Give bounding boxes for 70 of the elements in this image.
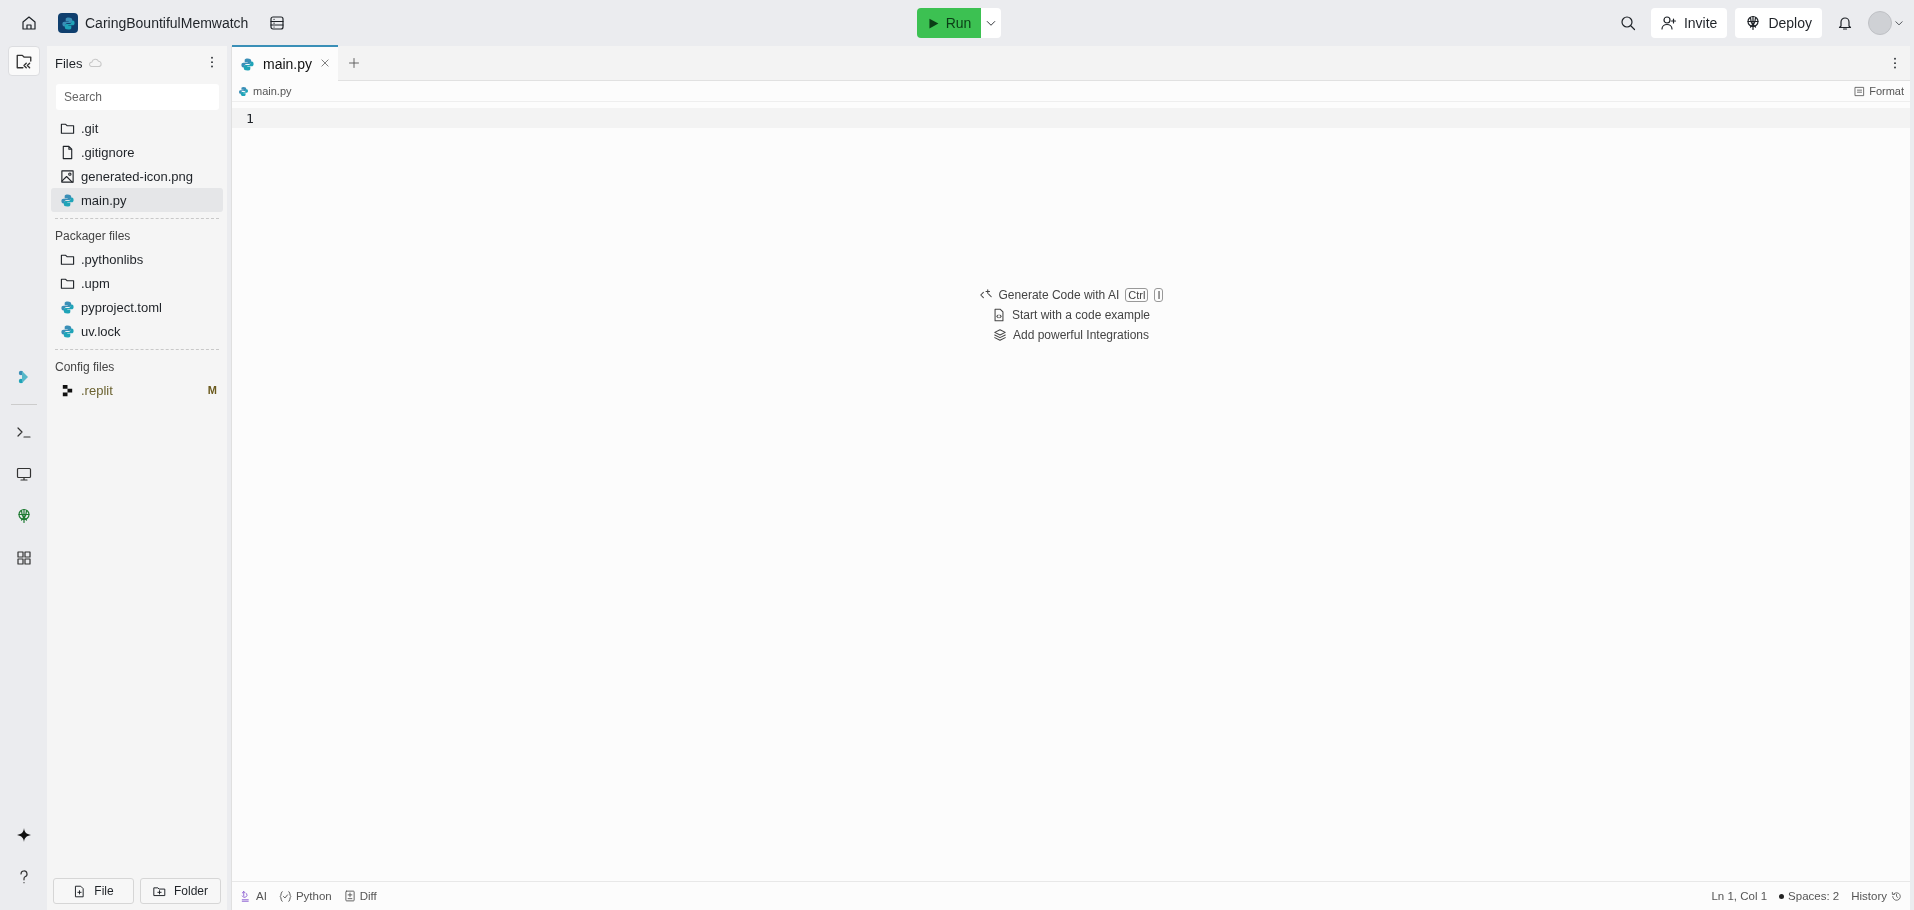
status-dot-icon bbox=[1779, 893, 1785, 899]
hint-link[interactable]: Start with a code example bbox=[1011, 308, 1151, 322]
caret-icon bbox=[1894, 18, 1904, 28]
deploy-icon bbox=[15, 508, 32, 524]
search-field[interactable]: Search bbox=[56, 84, 219, 110]
close-icon bbox=[320, 58, 331, 68]
play-icon bbox=[926, 16, 940, 30]
hint-link[interactable]: Add powerful Integrations bbox=[1012, 328, 1150, 342]
braces-check-icon bbox=[278, 889, 292, 903]
image-icon bbox=[60, 168, 75, 184]
editor-tab[interactable]: main.py bbox=[232, 45, 339, 81]
file-tree-item[interactable]: main.py bbox=[51, 188, 223, 212]
server-icon bbox=[269, 15, 286, 31]
status-item[interactable]: Python bbox=[278, 889, 332, 903]
file-tree-item[interactable]: .upm bbox=[51, 271, 223, 295]
history-icon bbox=[1891, 890, 1902, 902]
file-tree-item[interactable]: .pythonlibs bbox=[51, 247, 223, 271]
status-item[interactable]: AI bbox=[240, 890, 267, 902]
file-tree-item[interactable]: .git bbox=[51, 116, 223, 140]
new-file-button[interactable]: File bbox=[53, 878, 134, 904]
panel-title: Files bbox=[55, 55, 83, 71]
keyboard-key: Ctrl bbox=[1125, 288, 1149, 302]
bell-icon bbox=[1837, 15, 1853, 31]
file-tree-item[interactable]: .gitignore bbox=[51, 140, 223, 164]
file-tree-item[interactable]: .replit M bbox=[51, 378, 223, 402]
cloud-icon bbox=[88, 56, 103, 70]
folder-plus-icon bbox=[153, 884, 166, 898]
modified-label: M bbox=[207, 384, 217, 396]
new-folder-button[interactable]: Folder bbox=[140, 878, 221, 904]
grid-icon bbox=[15, 550, 32, 566]
sidebar-files-button[interactable] bbox=[7, 46, 40, 76]
ai-icon bbox=[240, 890, 252, 902]
format-icon bbox=[1854, 85, 1866, 97]
indentation[interactable]: Spaces: 2 bbox=[1788, 890, 1840, 902]
format-button[interactable]: Format bbox=[1854, 85, 1904, 97]
breadcrumb[interactable]: main.py bbox=[253, 85, 292, 97]
project-name[interactable]: CaringBountifulMemwatch bbox=[54, 9, 253, 37]
hint-link[interactable]: Generate Code with AI bbox=[998, 288, 1120, 302]
section-heading: Packager files bbox=[54, 228, 132, 245]
layers-icon bbox=[992, 328, 1007, 342]
code-file-icon bbox=[991, 308, 1006, 322]
python-icon bbox=[240, 56, 255, 72]
file-tree-item[interactable]: uv.lock bbox=[51, 319, 223, 343]
status-item[interactable]: Diff bbox=[343, 890, 377, 902]
home-icon bbox=[21, 15, 37, 31]
python-icon bbox=[238, 85, 249, 97]
python-icon bbox=[60, 15, 76, 31]
monitor-icon bbox=[15, 466, 32, 482]
python-icon bbox=[60, 323, 75, 339]
deploy-button[interactable]: Deploy bbox=[1735, 8, 1822, 38]
python-icon bbox=[60, 299, 75, 315]
line-number: 1 bbox=[246, 110, 254, 126]
invite-button[interactable]: Invite bbox=[1650, 8, 1728, 38]
history-button[interactable]: History bbox=[1851, 890, 1902, 902]
file-plus-icon bbox=[73, 884, 87, 898]
search-icon bbox=[1619, 15, 1636, 31]
run-button[interactable]: Run bbox=[916, 8, 982, 38]
file-icon bbox=[60, 144, 75, 160]
section-heading: Config files bbox=[54, 359, 116, 376]
replit-icon bbox=[60, 382, 75, 398]
file-tree-item[interactable]: pyproject.toml bbox=[51, 295, 223, 319]
python-icon bbox=[60, 192, 75, 208]
add-user-icon bbox=[1660, 15, 1677, 31]
cursor-position[interactable]: Ln 1, Col 1 bbox=[1711, 890, 1768, 902]
file-tree-item[interactable]: generated-icon.png bbox=[51, 164, 223, 188]
diff-icon bbox=[343, 890, 356, 902]
keyboard-key: I bbox=[1154, 288, 1164, 302]
folder-icon bbox=[14, 52, 33, 70]
plus-icon bbox=[348, 56, 361, 69]
globe-arrow-icon bbox=[1745, 15, 1762, 31]
